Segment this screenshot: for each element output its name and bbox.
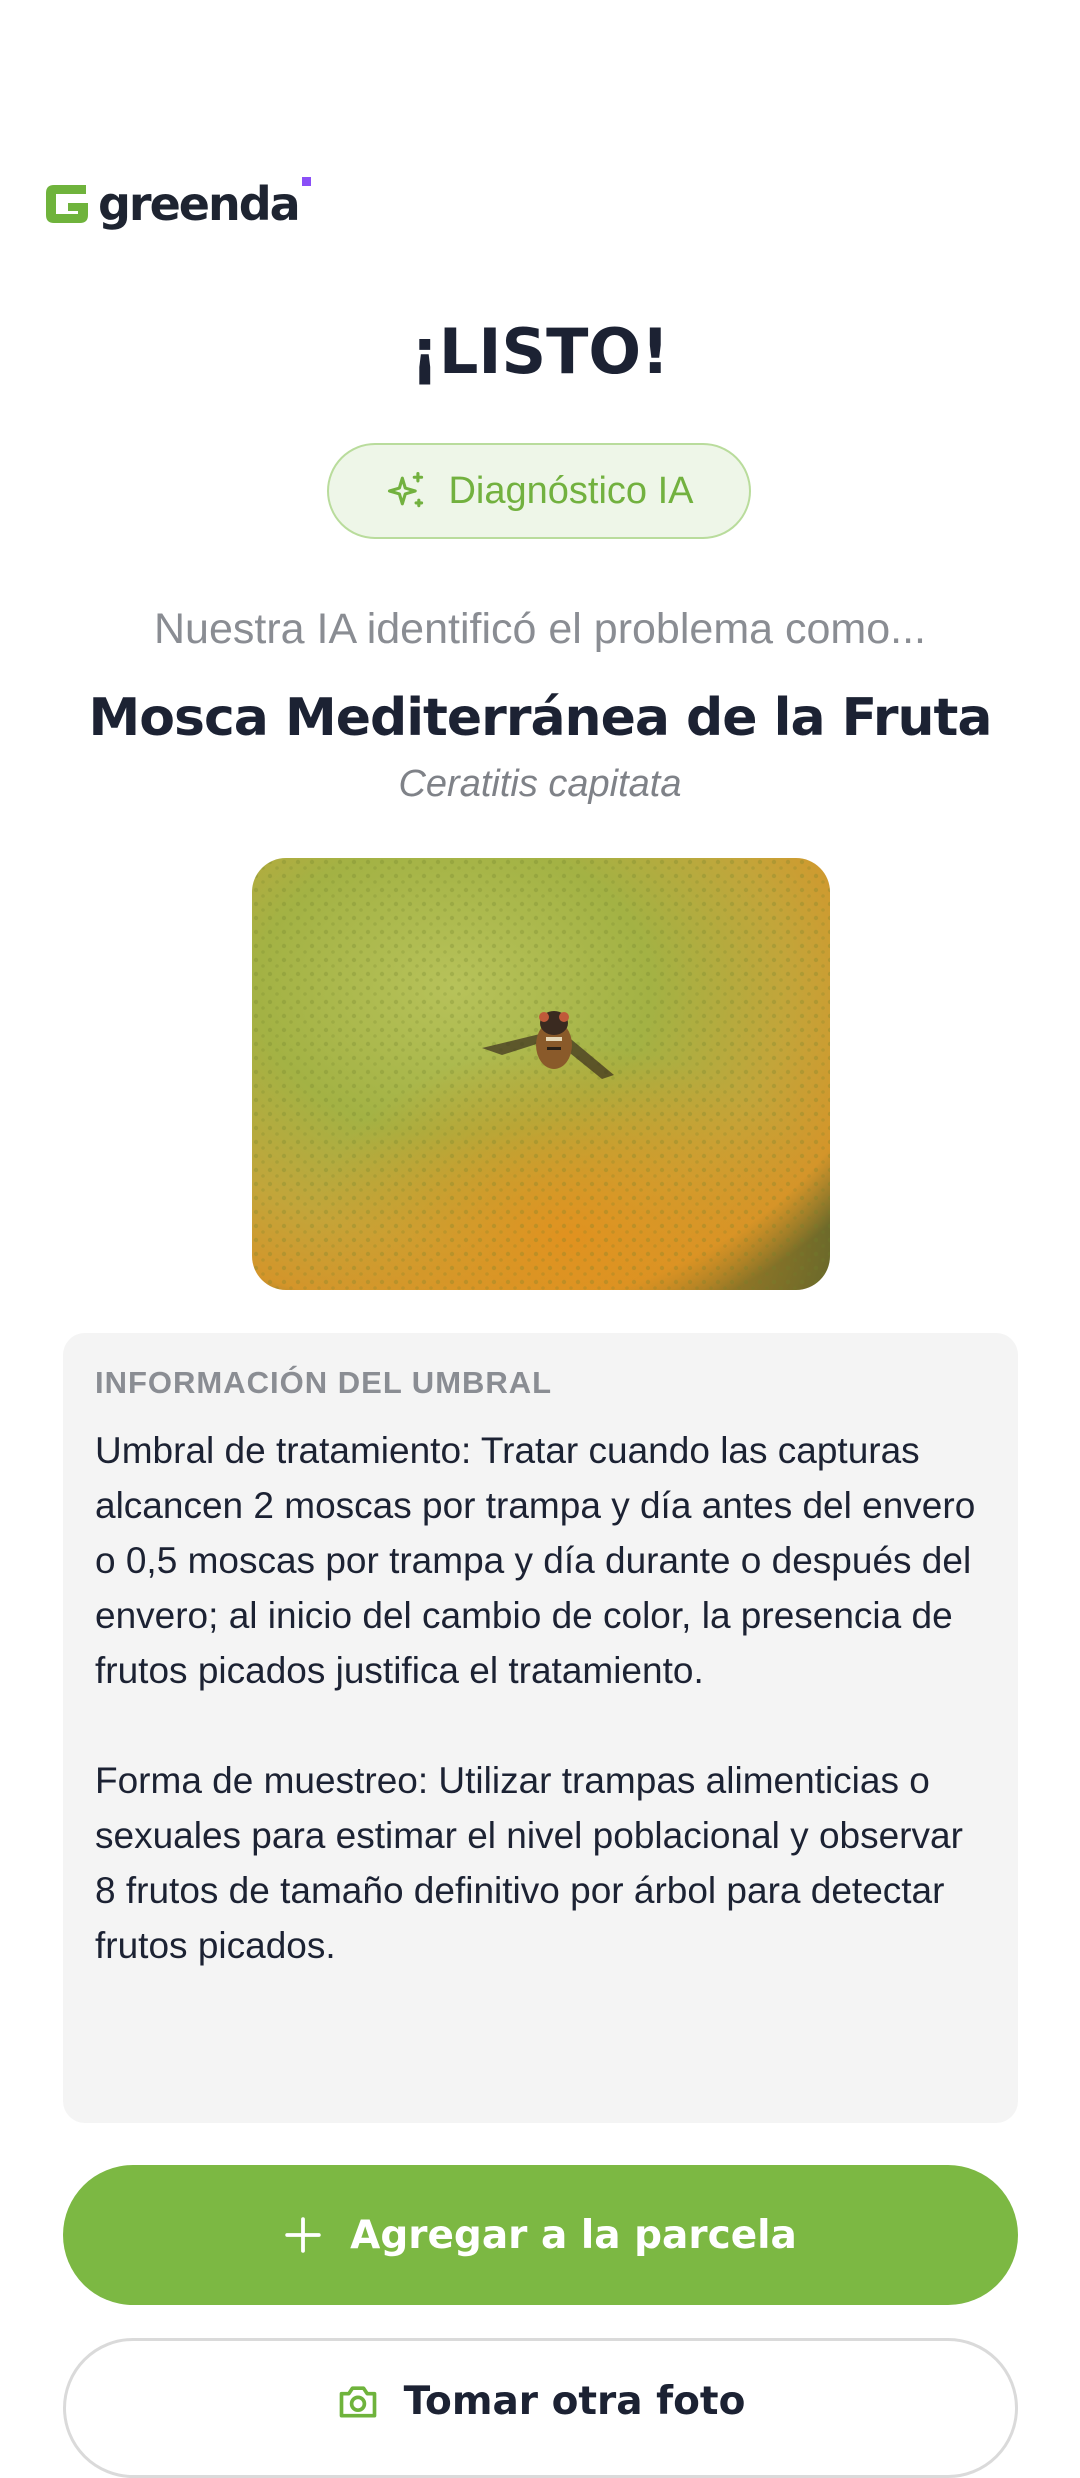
camera-icon <box>339 2386 376 2418</box>
plus-icon <box>285 2217 321 2253</box>
greenda-logo-mark-icon <box>46 185 88 223</box>
badge-label: Diagnóstico IA <box>448 469 694 512</box>
ai-diagnosis-badge: Diagnóstico IA <box>327 443 751 539</box>
sparkle-icon <box>388 472 424 508</box>
logo-wordmark: greenda <box>98 177 311 227</box>
treatment-threshold-text: Umbral de tratamiento: Tratar cuando las… <box>95 1430 976 1691</box>
take-another-photo-label: Tomar otra foto <box>403 2379 746 2424</box>
threshold-info-heading: INFORMACIÓN DEL UMBRAL <box>95 1365 553 1400</box>
sampling-method-text: Forma de muestreo: Utilizar trampas alim… <box>95 1760 963 1966</box>
greenda-logo: greenda <box>42 177 311 230</box>
fruit-fly-photo-image <box>252 858 830 1290</box>
threshold-info-card: INFORMACIÓN DEL UMBRAL Umbral de tratami… <box>63 1333 1018 2123</box>
scientific-name: Ceratitis capitata <box>398 763 682 805</box>
diagnosis-intro: Nuestra IA identificó el problema como..… <box>154 605 926 653</box>
logo-accent-dot <box>301 177 311 186</box>
add-to-plot-button[interactable]: Agregar a la parcela <box>63 2165 1018 2305</box>
pest-name: Mosca Mediterránea de la Fruta <box>88 688 993 748</box>
add-to-plot-label: Agregar a la parcela <box>350 2212 797 2258</box>
page-title: ¡LISTO! <box>410 315 670 388</box>
pest-photo <box>252 858 830 1290</box>
take-another-photo-button[interactable]: Tomar otra foto <box>63 2338 1018 2478</box>
